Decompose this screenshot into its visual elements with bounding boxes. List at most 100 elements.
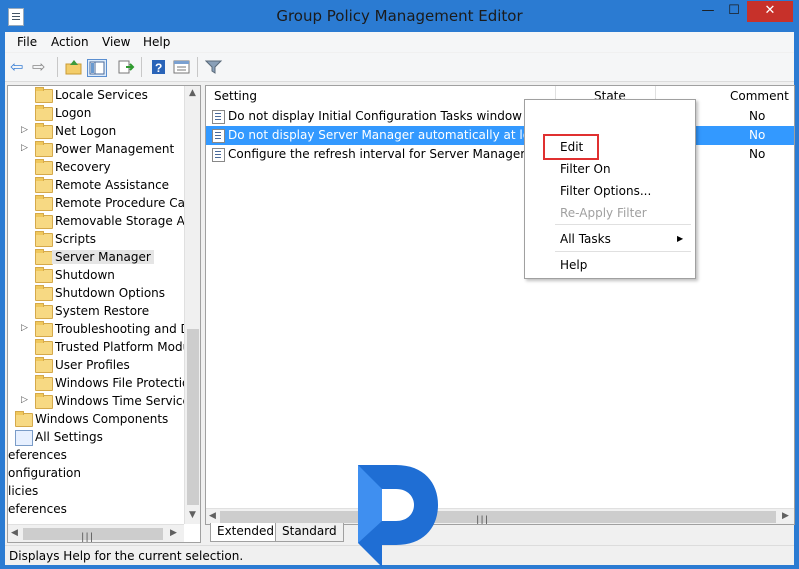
menu-view[interactable]: View — [102, 35, 130, 49]
tree-item[interactable]: Server Manager — [8, 249, 186, 267]
scroll-left-icon[interactable]: ◀ — [209, 511, 216, 521]
tree-pane[interactable]: Locale Services Logon ▷ Net Logon ▷ Power Man… — [7, 85, 201, 543]
tree-item-label: Trusted Platform Module — [55, 340, 201, 354]
tree-item[interactable]: User Profiles — [8, 357, 186, 375]
tree-item[interactable]: Windows Components — [8, 411, 186, 429]
scroll-right-icon[interactable]: ▶ — [782, 511, 789, 521]
help-icon[interactable]: ? — [150, 59, 168, 75]
menu-help[interactable]: Help — [143, 35, 170, 49]
status-text: Displays Help for the current selection. — [9, 549, 244, 563]
tree-horizontal-scrollbar[interactable]: ◀ ||| ▶ — [8, 524, 184, 543]
scroll-right-icon[interactable]: ▶ — [170, 528, 177, 538]
tree-item-label: Locale Services — [55, 88, 148, 102]
tree-item[interactable]: Removable Storage Acce — [8, 213, 200, 231]
menu-bar: File Action View Help — [5, 32, 794, 52]
expand-arrow-icon[interactable]: ▷ — [21, 143, 29, 153]
expand-arrow-icon[interactable]: ▷ — [21, 125, 29, 135]
policy-setting-icon — [212, 148, 225, 162]
scroll-left-icon[interactable]: ◀ — [11, 528, 18, 538]
setting-cell: Do not display Server Manager automatica… — [228, 128, 553, 142]
scroll-down-icon[interactable]: ▼ — [189, 510, 196, 520]
tab-extended[interactable]: Extended — [210, 523, 281, 542]
menu-item-re-apply-filter: Re-Apply Filter — [525, 202, 693, 224]
tree-item[interactable]: Recovery — [8, 159, 186, 177]
tree-item[interactable]: All Settings — [8, 429, 186, 447]
tree-item-label: Removable Storage Acce — [55, 214, 201, 228]
tree-item[interactable]: ▷ Troubleshooting and Dia — [8, 321, 200, 339]
maximize-button[interactable]: ☐ — [721, 1, 747, 22]
tree-item[interactable]: Remote Assistance — [8, 177, 186, 195]
submenu-arrow-icon: ▶ — [677, 234, 684, 243]
filter-icon[interactable] — [204, 59, 223, 75]
tree-hscroll-thumb[interactable]: ||| — [23, 528, 163, 543]
forward-arrow-icon[interactable]: ⇨ — [32, 59, 45, 75]
policy-setting-icon — [212, 110, 225, 124]
folder-icon — [35, 321, 53, 337]
tree-item-label: Logon — [55, 106, 92, 120]
tree-item-label: Windows Time Service — [55, 394, 190, 408]
window-title: Group Policy Management Editor — [276, 7, 523, 25]
tree-item-label: eferences — [8, 502, 67, 516]
folder-icon — [35, 339, 53, 355]
tree-item[interactable]: Trusted Platform Module — [8, 339, 200, 357]
scroll-grip-icon: ||| — [81, 532, 95, 543]
show-hide-tree-icon[interactable] — [87, 59, 107, 77]
table-row[interactable]: Configure the refresh interval for Serve… — [206, 145, 794, 164]
export-list-icon[interactable] — [117, 59, 135, 75]
folder-icon — [35, 177, 53, 193]
settings-list[interactable]: Setting State Comment ◀ ||| ▶ Do not dis… — [205, 85, 795, 525]
menu-item-help[interactable]: Help — [525, 254, 693, 276]
tree-item[interactable]: licies — [8, 483, 186, 501]
tree-item-label: Remote Assistance — [55, 178, 170, 192]
comment-cell: No — [749, 109, 766, 123]
list-scroll-thumb[interactable]: ||| — [220, 511, 776, 524]
back-arrow-icon[interactable]: ⇦ — [10, 59, 23, 75]
menu-action[interactable]: Action — [51, 35, 89, 49]
tree-item[interactable]: Windows File Protection — [8, 375, 197, 393]
tree-scroll-thumb[interactable] — [187, 329, 199, 505]
tree-item-label: Windows File Protection — [55, 376, 197, 390]
tree-item[interactable]: onfiguration — [8, 465, 186, 483]
menu-file[interactable]: File — [17, 35, 37, 49]
menu-item-label: Help — [560, 258, 588, 272]
tab-standard[interactable]: Standard — [275, 523, 344, 542]
tree-item-label: onfiguration — [8, 466, 82, 480]
tree-item[interactable]: eferences — [8, 501, 186, 519]
tree-item-label: Power Management — [55, 142, 175, 156]
tree-item[interactable]: Shutdown Options — [8, 285, 186, 303]
up-folder-icon[interactable] — [65, 59, 83, 75]
close-button[interactable]: ✕ — [747, 1, 793, 22]
menu-item-all-tasks[interactable]: All Tasks ▶ — [525, 228, 693, 250]
folder-icon — [35, 303, 53, 319]
column-header-setting[interactable]: Setting — [206, 86, 556, 106]
tree-item[interactable]: ▷ Net Logon — [8, 123, 186, 141]
title-bar[interactable]: Group Policy Management Editor — ☐ ✕ — [1, 1, 798, 32]
tree-item[interactable]: eferences — [8, 447, 186, 465]
tree-item[interactable]: System Restore — [8, 303, 186, 321]
tree-item[interactable]: ▷ Power Management — [8, 141, 186, 159]
folder-icon — [35, 393, 53, 409]
table-row[interactable]: Do not display Server Manager automatica… — [206, 126, 794, 145]
tree-vertical-scrollbar[interactable]: ▲ ▼ — [184, 86, 200, 524]
tree-item[interactable]: Locale Services — [8, 87, 186, 105]
properties-icon[interactable] — [173, 59, 191, 75]
tree-item[interactable]: Logon — [8, 105, 186, 123]
tree-item[interactable]: Scripts — [8, 231, 186, 249]
tree-item-label: Shutdown — [55, 268, 115, 282]
folder-icon — [35, 267, 53, 283]
expand-arrow-icon[interactable]: ▷ — [21, 323, 29, 333]
tree-item-label: Net Logon — [55, 124, 117, 138]
menu-item-filter-options[interactable]: Filter Options... — [525, 180, 693, 202]
table-row[interactable]: Do not display Initial Configuration Tas… — [206, 107, 794, 126]
toolbar-separator — [57, 57, 58, 77]
folder-icon — [35, 249, 53, 265]
tree-item[interactable]: Remote Procedure Call — [8, 195, 192, 213]
tree-item[interactable]: ▷ Windows Time Service — [8, 393, 190, 411]
menu-item-filter-on[interactable]: Filter On — [525, 158, 693, 180]
scroll-up-icon[interactable]: ▲ — [189, 88, 196, 98]
menu-item-label: Re-Apply Filter — [560, 206, 647, 220]
minimize-button[interactable]: — — [695, 1, 721, 22]
tree-item[interactable]: Shutdown — [8, 267, 186, 285]
expand-arrow-icon[interactable]: ▷ — [21, 395, 29, 405]
tree-item-label: Scripts — [55, 232, 97, 246]
